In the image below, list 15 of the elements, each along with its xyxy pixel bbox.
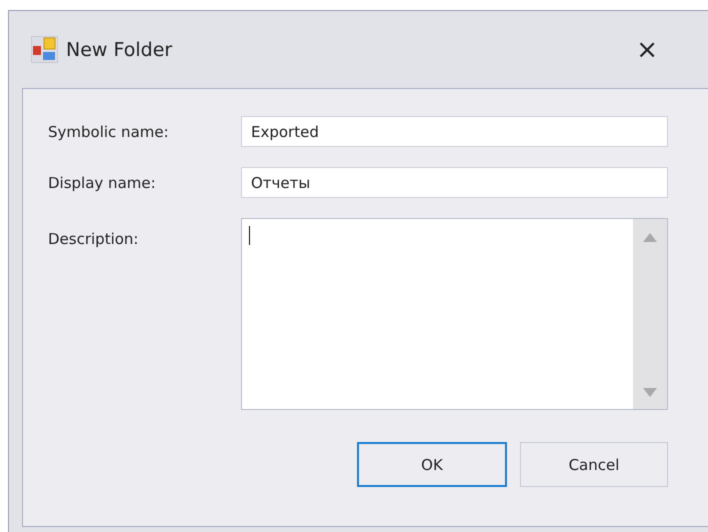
dialog-button[interactable]: OK	[357, 442, 507, 487]
scroll-up-icon[interactable]	[643, 233, 657, 242]
field-label: Description:	[48, 229, 140, 248]
field-label: Display name:	[48, 174, 157, 192]
description-field[interactable]	[241, 218, 668, 410]
window-title: New Folder	[66, 38, 174, 60]
dialog-button[interactable]: Cancel	[520, 442, 668, 487]
close-button[interactable]: ×	[632, 36, 662, 62]
app-icon	[31, 36, 58, 63]
input-field[interactable]: Exported	[241, 116, 668, 147]
scroll-down-icon[interactable]	[643, 388, 657, 397]
text-cursor	[249, 226, 250, 245]
scrollbar[interactable]	[633, 219, 667, 409]
input-field[interactable]: Отчеты	[241, 167, 668, 198]
field-label: Symbolic name:	[48, 122, 170, 140]
